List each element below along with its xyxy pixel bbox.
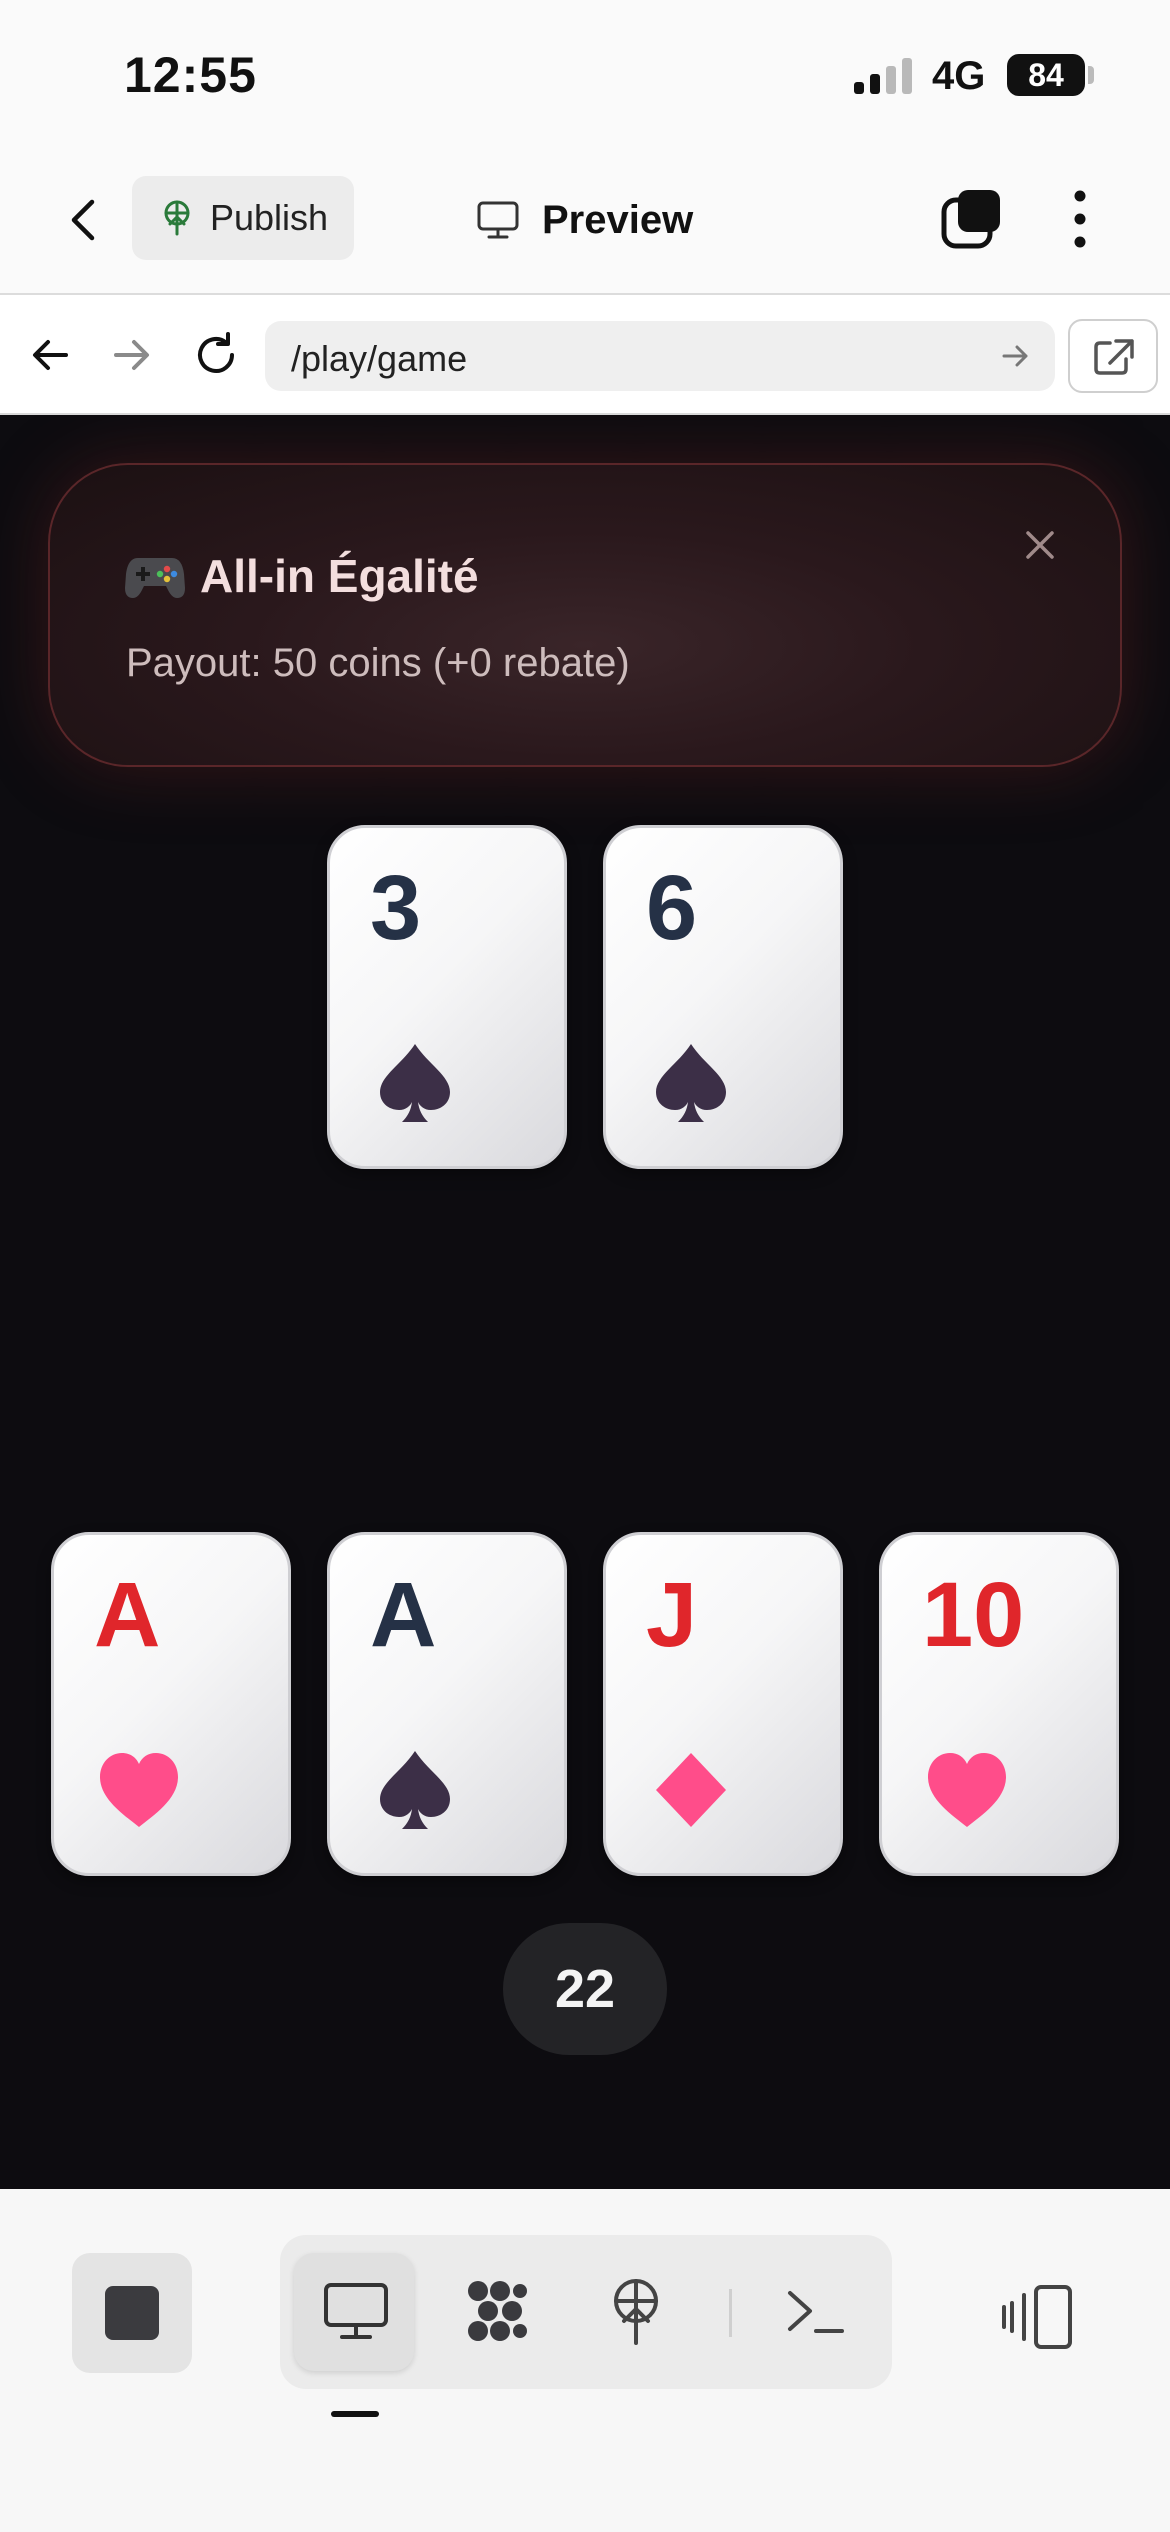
banner-title-text: All-in Égalité bbox=[200, 550, 479, 602]
banner-title: All-in Égalité bbox=[124, 549, 479, 603]
more-button[interactable] bbox=[1062, 186, 1098, 252]
status-bar: 12:55 4G 84 bbox=[0, 0, 1170, 150]
device-toggle-button[interactable] bbox=[998, 2281, 1078, 2353]
spade-icon bbox=[656, 1044, 726, 1122]
preview-icon bbox=[324, 2283, 388, 2339]
result-banner: All-in Égalité Payout: 50 coins (+0 reba… bbox=[48, 463, 1122, 767]
back-button[interactable] bbox=[58, 190, 114, 250]
tabs-button[interactable] bbox=[940, 186, 1006, 252]
player-card: J bbox=[603, 1532, 843, 1876]
device-frame-icon bbox=[1002, 2285, 1072, 2349]
game-table: All-in Égalité Payout: 50 coins (+0 reba… bbox=[0, 415, 1170, 2189]
battery-icon: 84 bbox=[1007, 54, 1085, 96]
card-rank: A bbox=[94, 1564, 161, 1666]
spade-icon bbox=[380, 1044, 450, 1122]
card-rank: 6 bbox=[646, 857, 698, 959]
bottom-toolbar bbox=[0, 2189, 1170, 2532]
tool-group bbox=[280, 2235, 892, 2389]
active-tab-indicator bbox=[331, 2411, 379, 2417]
preview-tool-button[interactable] bbox=[294, 2253, 414, 2371]
hand-total-badge: 22 bbox=[503, 1923, 667, 2055]
spade-icon bbox=[380, 1751, 450, 1829]
heart-icon bbox=[100, 1753, 178, 1827]
browser-bar: /play/game bbox=[0, 295, 1170, 415]
status-time: 12:55 bbox=[124, 47, 257, 103]
dealer-card: 3 bbox=[327, 825, 567, 1169]
battery-tip bbox=[1088, 66, 1094, 84]
payout-text: Payout: 50 coins (+0 rebate) bbox=[126, 641, 630, 685]
player-card: 10 bbox=[879, 1532, 1119, 1876]
open-external-button[interactable] bbox=[1068, 319, 1158, 393]
reload-button[interactable] bbox=[190, 329, 242, 381]
player-card: A bbox=[51, 1532, 291, 1876]
stop-button[interactable] bbox=[72, 2253, 192, 2373]
publish-label: Publish bbox=[210, 197, 329, 238]
card-rank: J bbox=[646, 1564, 698, 1666]
reload-icon bbox=[198, 332, 234, 373]
arrow-right-icon bbox=[114, 340, 149, 370]
chevron-left-icon bbox=[71, 199, 95, 241]
player-card: A bbox=[327, 1532, 567, 1876]
close-icon[interactable] bbox=[1020, 525, 1060, 565]
toolbar-divider bbox=[729, 2289, 732, 2337]
publish-icon bbox=[614, 2279, 658, 2345]
publish-button[interactable]: Publish bbox=[132, 176, 354, 260]
diamond-icon bbox=[656, 1753, 726, 1827]
external-link-icon bbox=[1094, 339, 1134, 375]
terminal-icon bbox=[788, 2291, 844, 2333]
gamepad-icon bbox=[125, 558, 185, 598]
terminal-tool-button[interactable] bbox=[754, 2253, 874, 2371]
card-rank: 3 bbox=[370, 857, 422, 959]
preview-label: Preview bbox=[542, 197, 694, 242]
dealer-card: 6 bbox=[603, 825, 843, 1169]
browser-back-button[interactable] bbox=[24, 329, 76, 381]
publish-icon bbox=[164, 200, 190, 236]
tabs-icon bbox=[941, 190, 1000, 249]
url-field[interactable]: /play/game bbox=[265, 321, 1055, 391]
go-arrow-icon[interactable] bbox=[999, 339, 1033, 373]
preview-title: Preview bbox=[476, 190, 693, 250]
stop-icon bbox=[105, 2286, 159, 2340]
app-header: Publish Preview bbox=[0, 150, 1170, 295]
components-icon bbox=[468, 2281, 527, 2341]
monitor-icon bbox=[477, 201, 519, 239]
network-type: 4G bbox=[932, 54, 986, 98]
signal-icon bbox=[854, 58, 914, 94]
heart-icon bbox=[928, 1753, 1006, 1827]
card-rank: 10 bbox=[922, 1564, 1025, 1666]
components-tool-button[interactable] bbox=[434, 2253, 554, 2371]
publish-tool-button[interactable] bbox=[574, 2253, 694, 2371]
arrow-left-icon bbox=[33, 340, 68, 370]
url-text: /play/game bbox=[291, 338, 468, 379]
more-vertical-icon bbox=[1074, 190, 1086, 248]
browser-forward-button[interactable] bbox=[106, 329, 158, 381]
card-rank: A bbox=[370, 1564, 437, 1666]
